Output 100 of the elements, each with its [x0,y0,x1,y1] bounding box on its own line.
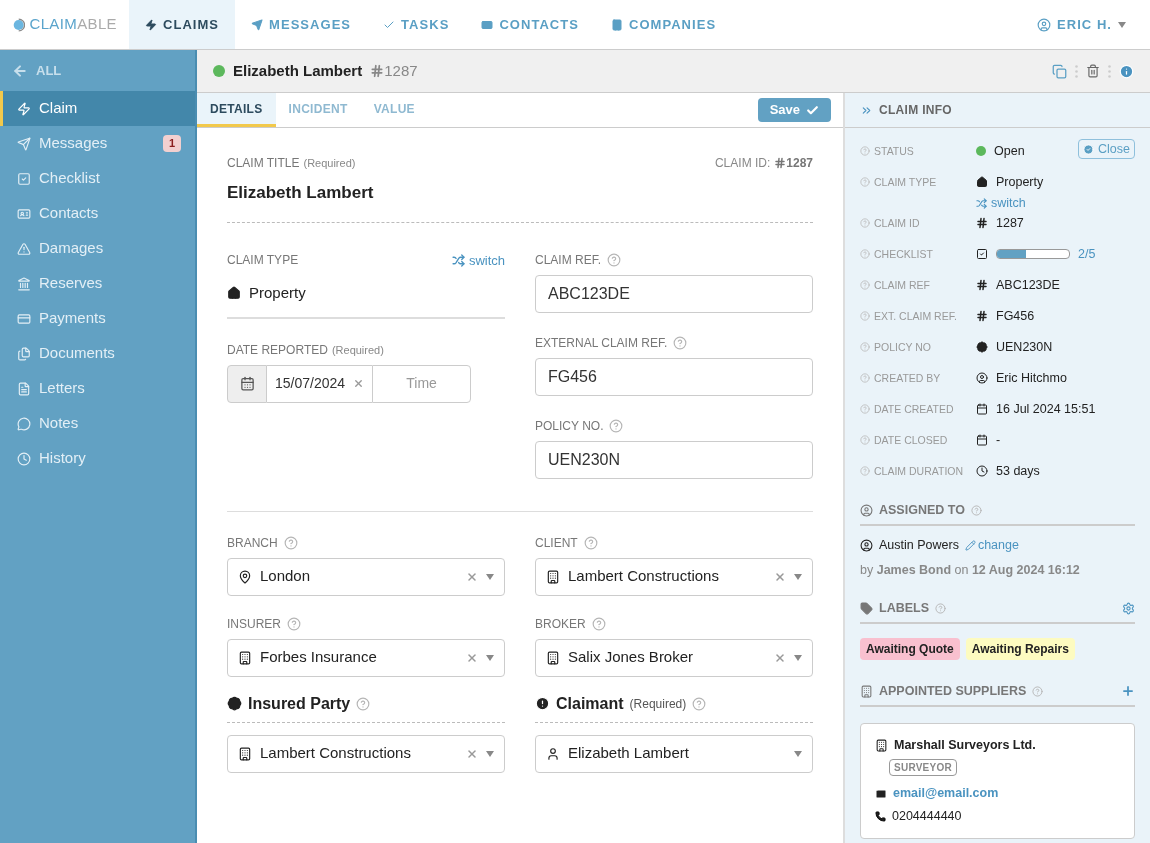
field-label: CLAIM ID: [714,155,771,172]
pencil-icon [964,539,976,551]
settings-icon[interactable] [1122,602,1135,616]
sidebar-label: Payments [39,308,107,329]
count-badge: 1 [162,135,181,152]
calendar-button[interactable] [227,364,267,403]
required-note: (Required) [331,342,384,358]
help-icon [860,311,870,321]
help-icon [860,218,870,228]
help-icon [673,335,688,350]
person-icon [546,746,560,761]
field-label: POLICY NO. [535,417,604,435]
select-field[interactable]: Lambert Constructions [227,734,505,773]
date-value: 15/07/2024 [275,374,346,393]
clear-icon[interactable] [774,651,786,664]
caret-icon [486,573,494,580]
select-field[interactable]: Forbes Insurance [227,638,505,677]
check-icon [806,103,819,117]
info-label: STATUS [874,144,914,159]
info-label: EXT. CLAIM REF. [874,309,957,324]
close-claim-button[interactable]: Close [1078,139,1135,160]
select-field[interactable]: Lambert Constructions [535,557,813,596]
sidebar-item[interactable]: Checklist [0,161,195,196]
help-icon [609,418,624,433]
house-icon [976,176,988,189]
clear-icon[interactable] [353,378,365,389]
back-link[interactable]: ALL [0,50,195,91]
sidebar-label: Contacts [39,203,100,224]
logo-icon [12,16,26,33]
nav-tab[interactable]: COMPANIES [594,0,733,49]
bolt-icon [17,101,31,116]
copy-icon[interactable] [1052,63,1067,79]
phone-icon [875,810,886,822]
switch-link[interactable]: switch [976,193,1135,213]
help-icon [860,373,870,383]
switch-link[interactable]: switch [451,250,505,270]
add-icon[interactable] [1121,684,1135,699]
clock-icon [17,451,31,466]
info-value: 53 days [996,463,1040,480]
map-pin-icon [238,569,252,584]
tab[interactable]: VALUE [360,93,428,127]
field-label: BRANCH [227,534,278,552]
user-menu[interactable]: ERIC H. [1037,0,1150,49]
time-field[interactable]: Time [372,364,471,403]
sidebar-item[interactable]: Reserves [0,266,195,301]
nav-tab[interactable]: TASKS [367,0,466,49]
info-value: Open [994,143,1025,160]
info-value: FG456 [996,308,1035,325]
shuffle-icon [976,197,987,209]
logo-text[interactable]: CLAIMABLE [29,13,117,36]
info-label: POLICY NO [874,340,931,355]
caret-icon [1118,21,1126,28]
nav-tab[interactable]: MESSAGES [235,0,368,49]
claim-title-value[interactable]: Elizabeth Lambert [227,180,813,223]
help-icon [287,616,301,631]
trash-icon[interactable] [1086,64,1100,78]
hash-icon [976,217,988,230]
select-field[interactable]: Salix Jones Broker [535,638,813,677]
sidebar-item[interactable]: Messages 1 [0,126,195,161]
clear-icon[interactable] [466,651,478,664]
sidebar-item[interactable]: Documents [0,336,195,371]
field-label: INSURER [227,615,281,633]
paper-plane-icon [251,18,264,31]
tab[interactable]: DETAILS [197,93,276,127]
sidebar-label: Messages [39,133,109,154]
sidebar-item[interactable]: Claim [0,91,195,126]
sidebar-item[interactable]: Letters [0,371,195,406]
nav-tab[interactable]: CONTACTS [465,0,595,49]
sidebar-label: Damages [39,238,105,259]
nav-tab[interactable]: CLAIMS [129,0,236,49]
credit-card-icon [17,311,31,326]
date-field[interactable]: 15/07/2024 [267,364,373,403]
sidebar-item[interactable]: Contacts [0,196,195,231]
clock-icon [976,465,988,478]
sidebar-item[interactable]: History [0,441,195,476]
help-icon [860,249,870,259]
info-label: CREATED BY [874,371,941,386]
tab[interactable]: INCIDENT [275,93,361,127]
clear-icon[interactable] [466,747,478,760]
text-field[interactable]: ABC123DE [535,274,813,313]
sidebar-label: Documents [39,343,116,364]
change-link[interactable]: change [964,535,1019,555]
save-button[interactable]: Save [757,98,831,122]
sidebar-item[interactable]: Payments [0,301,195,336]
required-note: (Required) [629,695,687,713]
text-field[interactable]: FG456 [535,357,813,396]
field-label: CLAIM REF. [535,251,601,269]
clear-icon[interactable] [466,570,478,583]
email-link[interactable]: email@email.com [893,784,999,803]
help-icon [860,280,870,290]
text-field[interactable]: UEN230N [535,440,813,479]
select-field[interactable]: Elizabeth Lambert [535,734,813,773]
select-field[interactable]: London [227,557,505,596]
sidebar-item[interactable]: Notes [0,406,195,441]
assigned-by-text: by James Bond on 12 Aug 2024 16:12 [860,561,1081,579]
sidebar-item[interactable]: Damages [0,231,195,266]
clear-icon[interactable] [774,570,786,583]
hash-icon [774,157,787,169]
info-icon[interactable] [1119,63,1134,79]
assignee-name: Austin Powers [879,536,959,554]
